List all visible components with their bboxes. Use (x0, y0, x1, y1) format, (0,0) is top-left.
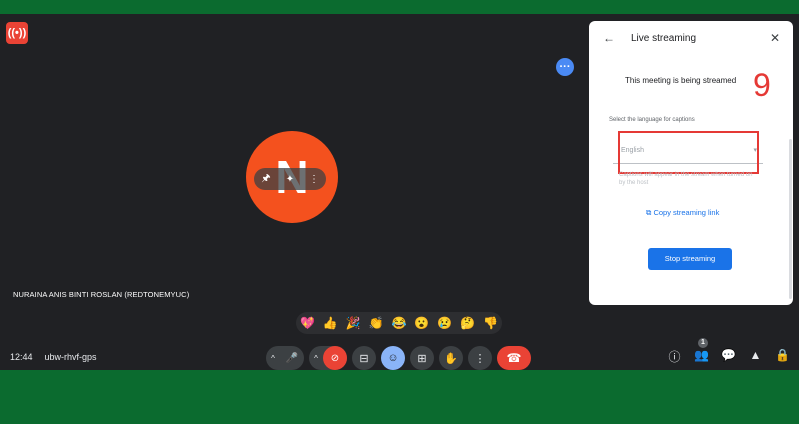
mic-options-chevron-icon[interactable]: ^ (266, 354, 280, 363)
people-count-badge: 1 (698, 338, 708, 348)
present-icon[interactable]: ⊞ (410, 346, 434, 370)
reaction-clap[interactable]: 👏 (367, 316, 385, 330)
reaction-heart[interactable]: 💖 (298, 316, 316, 330)
info-icon[interactable]: ⓘ (664, 348, 685, 365)
host-controls-icon[interactable]: 🔒 (772, 348, 793, 365)
live-broadcast-icon[interactable]: ((•)) (6, 22, 28, 44)
raise-hand-icon[interactable]: ✋ (439, 346, 463, 370)
mic-control: ^ 🎤 (266, 346, 304, 370)
live-streaming-panel: ← Live streaming ✕ This meeting is being… (589, 21, 793, 305)
camera-off-icon[interactable]: ⊘ (323, 346, 347, 370)
more-options-icon[interactable]: ··· (556, 58, 574, 76)
reaction-thumbs-up[interactable]: 👍 (321, 316, 339, 330)
reaction-sad[interactable]: 😢 (436, 316, 454, 330)
copy-link-label: Copy streaming link (653, 208, 720, 217)
tile-controls: 🖈 ✦ ⋮ (254, 168, 326, 190)
more-options-icon[interactable]: ⋮ (468, 346, 492, 370)
annotation-highlight-box (618, 131, 759, 174)
meeting-time: 12:44 (10, 352, 33, 362)
streaming-status: This meeting is being streamed (625, 76, 737, 85)
reaction-surprised[interactable]: 😮 (413, 316, 431, 330)
close-icon[interactable]: ✕ (770, 31, 780, 45)
emoji-icon[interactable]: ☺ (381, 346, 405, 370)
tile-more-icon[interactable]: ⋮ (306, 174, 322, 185)
people-glyph: 👥 (694, 348, 709, 362)
meeting-code: ubw-rhvf-gps (44, 352, 97, 362)
mic-icon[interactable]: 🎤 (280, 346, 304, 370)
camera-options-chevron-icon[interactable]: ^ (309, 354, 323, 363)
meeting-info: 12:44 ubw-rhvf-gps (10, 352, 109, 362)
reaction-thumbs-down[interactable]: 👎 (481, 316, 499, 330)
annotation-number: 9 (753, 67, 771, 103)
stop-streaming-button[interactable]: Stop streaming (648, 248, 732, 270)
captions-icon[interactable]: ⊟ (352, 346, 376, 370)
activities-icon[interactable]: ▲ (745, 348, 766, 365)
people-icon[interactable]: 1 👥 (691, 338, 712, 365)
reaction-thinking[interactable]: 🤔 (459, 316, 477, 330)
reactions-bar: 💖 👍 🎉 👏 😂 😮 😢 🤔 👎 (296, 312, 502, 334)
reaction-laugh[interactable]: 😂 (390, 316, 408, 330)
chat-icon[interactable]: 💬 (718, 348, 739, 365)
pin-icon[interactable]: 🖈 (258, 171, 274, 188)
caption-helper-text: Captions will appear in the stream when … (619, 172, 753, 186)
reaction-party[interactable]: 🎉 (344, 316, 362, 330)
language-label: Select the language for captions (609, 117, 695, 123)
back-arrow-icon[interactable]: ← (603, 31, 615, 45)
side-controls: ⓘ 1 👥 💬 ▲ 🔒 (664, 338, 793, 365)
participant-name: NURAINA ANIS BINTI ROSLAN (REDTONEMYUC) (13, 290, 190, 299)
panel-title: Live streaming (631, 33, 697, 44)
camera-control: ^ ⊘ (309, 346, 347, 370)
panel-scrollbar[interactable] (789, 139, 792, 299)
end-call-icon[interactable]: ☎ (497, 346, 531, 370)
effects-icon[interactable]: ✦ (282, 174, 298, 185)
screenshot-frame: ((•)) ··· N 🖈 ✦ ⋮ NURAINA ANIS BINTI ROS… (0, 0, 799, 424)
call-controls: ^ 🎤 ^ ⊘ ⊟ ☺ ⊞ ✋ ⋮ ☎ (266, 346, 531, 370)
copy-streaming-link[interactable]: ⧉ Copy streaming link (646, 208, 719, 218)
